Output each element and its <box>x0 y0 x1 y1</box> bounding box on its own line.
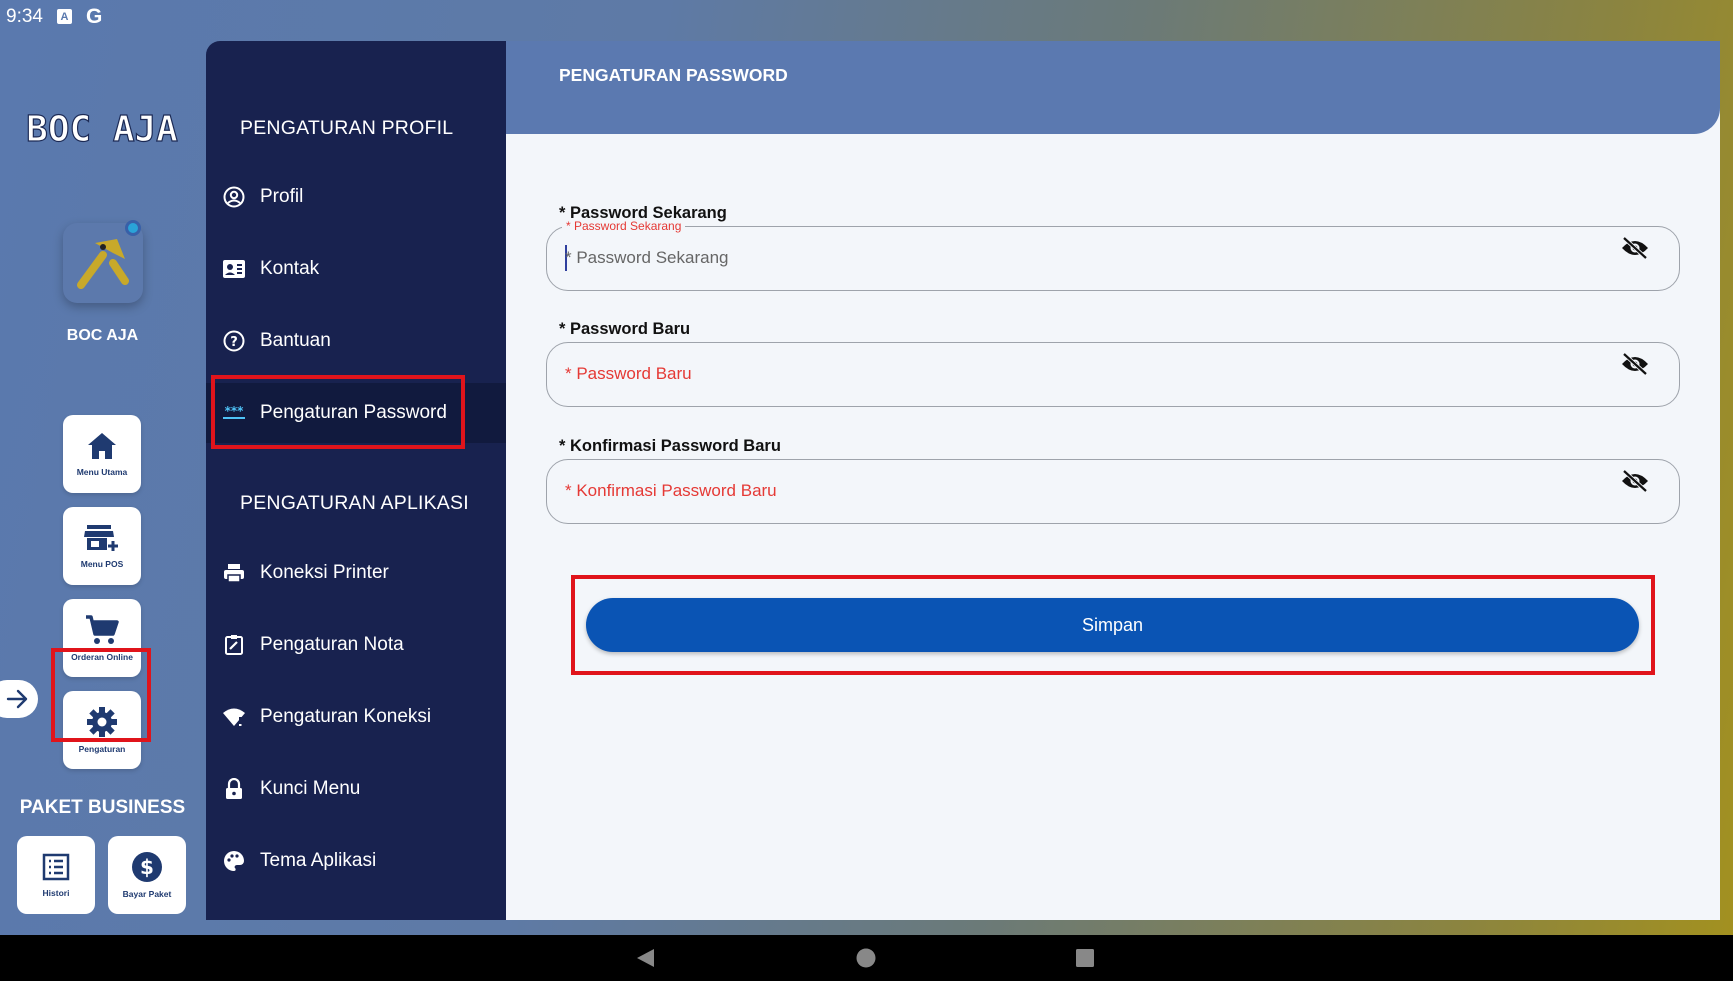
wifi-icon <box>222 705 246 729</box>
lock-icon <box>222 777 246 801</box>
menu-item-label: Pengaturan Koneksi <box>260 706 432 727</box>
menu-item-profil[interactable]: Profil <box>206 167 506 227</box>
receipt-icon <box>222 633 246 657</box>
home-circle-icon[interactable] <box>853 945 879 971</box>
online-dot <box>125 220 141 236</box>
highlight-password-item <box>211 375 465 449</box>
highlight-settings-tile <box>51 648 151 742</box>
page-title: PENGATURAN PASSWORD <box>559 65 788 85</box>
pos-icon <box>84 525 118 551</box>
app-section-title: PENGATURAN APLIKASI <box>240 492 469 514</box>
confirm-password-label: * Konfirmasi Password Baru <box>559 437 781 455</box>
menu-item-label: Pengaturan Nota <box>260 634 404 655</box>
svg-text:?: ? <box>230 335 238 350</box>
menu-item-koneksi-printer[interactable]: Koneksi Printer <box>206 543 506 603</box>
current-password-input[interactable] <box>565 227 1565 289</box>
help-icon: ? <box>222 329 246 353</box>
nav-menu-pos[interactable]: Menu POS <box>63 507 141 585</box>
printer-icon <box>222 561 246 585</box>
menu-item-label: Koneksi Printer <box>260 562 389 583</box>
package-bayar-paket[interactable]: $ Bayar Paket <box>108 836 186 914</box>
svg-text:$: $ <box>140 855 154 879</box>
logo-text: BOC AJA <box>26 109 178 150</box>
a-notification-icon: A <box>56 9 72 24</box>
menu-item-label: Kontak <box>260 258 320 279</box>
confirm-password-input[interactable] <box>565 460 1565 522</box>
system-nav-bar <box>0 935 1733 981</box>
google-notification-icon: G <box>85 4 103 28</box>
menu-item-pengaturan-koneksi[interactable]: Pengaturan Koneksi <box>206 687 506 747</box>
menu-item-label: Tema Aplikasi <box>260 850 377 871</box>
dollar-icon: $ <box>132 852 162 882</box>
current-password-field: * Password Sekarang <box>546 219 1680 291</box>
settings-menu-panel: PENGATURAN PROFIL Profil Kontak ? Bantua… <box>206 41 506 920</box>
new-password-label: * Password Baru <box>559 320 691 338</box>
menu-item-kunci-menu[interactable]: Kunci Menu <box>206 759 506 819</box>
eye-off-icon[interactable] <box>1619 351 1651 377</box>
main-content: PENGATURAN PASSWORD * Password Sekarang … <box>506 41 1720 920</box>
back-icon[interactable] <box>632 945 658 971</box>
package-title: PAKET BUSINESS <box>19 797 186 818</box>
history-icon <box>42 853 70 881</box>
contact-icon <box>222 257 246 281</box>
profile-section-title: PENGATURAN PROFIL <box>240 117 454 139</box>
menu-item-tema-aplikasi[interactable]: Tema Aplikasi <box>206 831 506 891</box>
nav-label: Menu Utama <box>76 467 128 477</box>
menu-item-bantuan[interactable]: ? Bantuan <box>206 311 506 371</box>
eye-off-icon[interactable] <box>1619 235 1651 261</box>
new-password-field <box>546 342 1680 407</box>
new-password-input[interactable] <box>565 343 1565 405</box>
home-icon <box>88 433 116 459</box>
boc-aja-logo: BOC AJA <box>26 108 178 150</box>
nav-menu-utama[interactable]: Menu Utama <box>63 415 141 493</box>
recents-icon[interactable] <box>1072 945 1098 971</box>
arrow-right-icon <box>6 689 28 709</box>
menu-item-kontak[interactable]: Kontak <box>206 239 506 299</box>
nav-label: Menu POS <box>80 559 124 569</box>
status-time: 9:34 <box>6 5 43 27</box>
hammer-logo-icon <box>77 239 129 289</box>
status-bar: 9:34 A G <box>0 0 1733 33</box>
cart-icon <box>86 615 119 644</box>
menu-item-label: Profil <box>260 186 304 207</box>
profile-icon <box>222 185 246 209</box>
expand-rail-button[interactable] <box>0 680 38 718</box>
package-histori[interactable]: Histori <box>17 836 95 914</box>
brand-name: BOC AJA <box>66 327 139 344</box>
highlight-save-button <box>571 575 1655 675</box>
brand-avatar <box>63 220 143 303</box>
palette-icon <box>222 849 246 873</box>
menu-item-label: Kunci Menu <box>260 778 361 799</box>
menu-item-label: Bantuan <box>260 330 331 351</box>
package-label: Bayar Paket <box>122 889 172 899</box>
confirm-password-field <box>546 459 1680 524</box>
package-label: Histori <box>42 888 70 898</box>
eye-off-icon[interactable] <box>1619 468 1651 494</box>
main-header: PENGATURAN PASSWORD <box>506 41 1720 134</box>
nav-label: Pengaturan <box>78 744 126 754</box>
menu-item-pengaturan-nota[interactable]: Pengaturan Nota <box>206 615 506 675</box>
